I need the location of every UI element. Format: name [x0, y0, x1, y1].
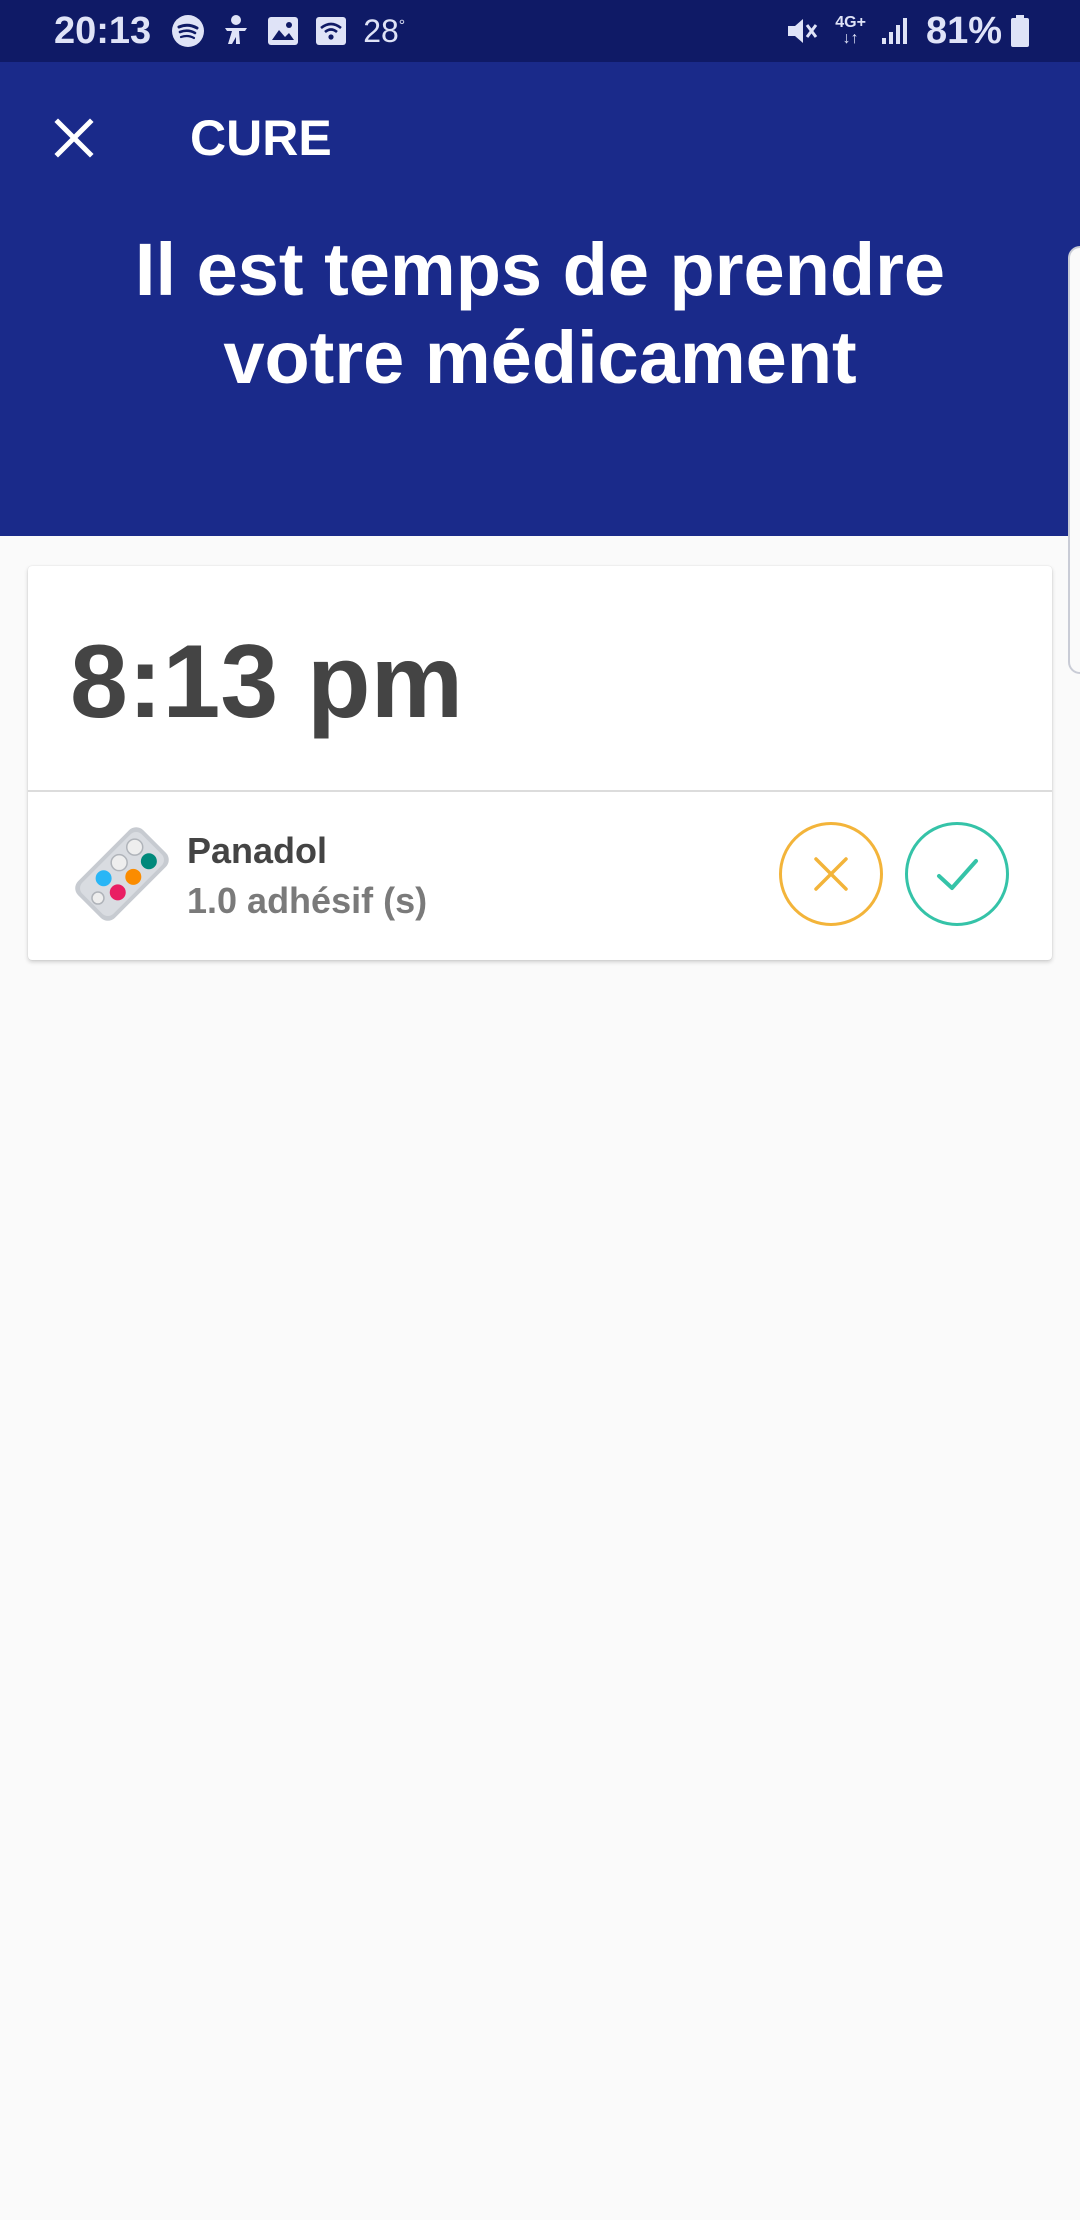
- battery-percent: 81%: [925, 9, 1002, 52]
- spotify-icon: [171, 14, 205, 48]
- close-icon: [814, 857, 848, 891]
- check-icon: [937, 859, 978, 890]
- close-icon: [54, 118, 94, 158]
- edge-panel-handle[interactable]: [1068, 246, 1080, 674]
- medication-quantity: 1.0 adhésif (s): [187, 880, 428, 921]
- app-header: CURE Il est temps de prendre votre médic…: [0, 62, 1080, 536]
- status-bar: 20:13 28° 4G+ ↓↑ 81%: [0, 0, 1080, 62]
- status-bar-right: 4G+ ↓↑ 81%: [785, 0, 1030, 62]
- signal-icon: [880, 16, 910, 46]
- status-time: 20:13: [54, 9, 152, 52]
- reminder-message: Il est temps de prendre votre médicament: [134, 228, 946, 399]
- temperature: 28°: [363, 13, 405, 50]
- pill-blister-icon: [70, 822, 174, 926]
- network-4g-icon: 4G+ ↓↑: [835, 14, 866, 47]
- dose-time: 8:13 pm: [70, 624, 464, 740]
- status-bar-left: 20:13 28°: [54, 0, 405, 62]
- dose-card: 8:13 pm Panadol 1.0 adhésif (s): [28, 566, 1052, 960]
- accessibility-icon: [221, 14, 251, 48]
- temperature-unit: °: [398, 16, 406, 34]
- medication-name: Panadol: [187, 830, 328, 871]
- gallery-icon: [267, 16, 299, 46]
- network-type: 4G+: [835, 14, 866, 31]
- wifi-calling-icon: [315, 16, 347, 46]
- mute-icon: [785, 14, 819, 48]
- page-title: CURE: [190, 110, 332, 166]
- skip-button[interactable]: [779, 822, 883, 926]
- battery-icon: [1010, 14, 1030, 48]
- temperature-value: 28: [363, 12, 399, 49]
- medication-row[interactable]: Panadol 1.0 adhésif (s): [28, 792, 1052, 960]
- close-button[interactable]: [40, 104, 108, 172]
- take-button[interactable]: [905, 822, 1009, 926]
